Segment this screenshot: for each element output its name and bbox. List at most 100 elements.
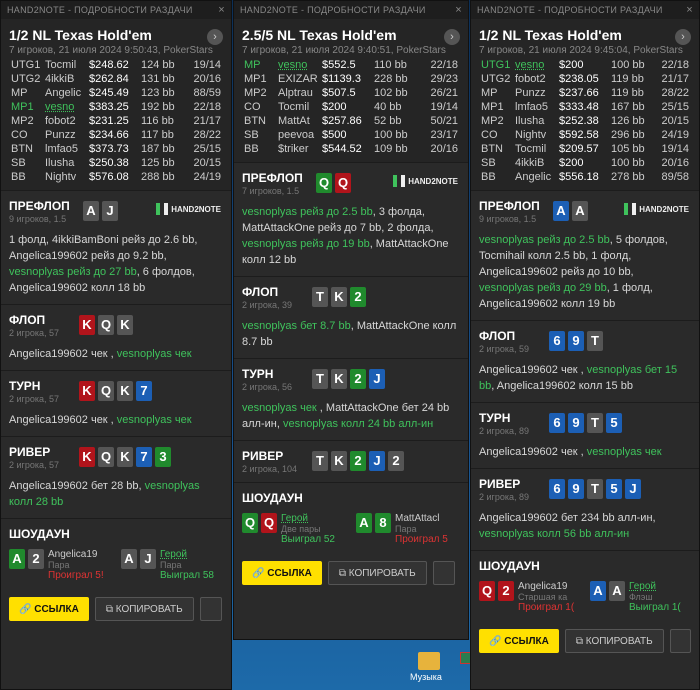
player-stack-bb: 109 bb <box>374 143 408 155</box>
showdown-cards: AA <box>590 581 625 601</box>
action-text: Angelica199602 чек , <box>479 364 587 376</box>
player-position: MP <box>11 87 28 99</box>
hero-action: vesnoplyas рейз до 2.5 bb <box>242 206 373 218</box>
link-button[interactable]: 🔗 ССЫЛКА <box>9 597 89 621</box>
player-stack-bb: 105 bb <box>611 143 645 155</box>
player-stack-bb: 187 bb <box>141 143 175 155</box>
action-text: Angelica199602 чек , <box>9 348 117 360</box>
player-name[interactable]: EXIZAR <box>276 72 320 86</box>
player-stats: 50/21 <box>430 115 458 127</box>
player-stack-bb: 126 bb <box>611 115 645 127</box>
hero-action: vesnoplyas чек <box>242 402 317 414</box>
more-button[interactable] <box>669 629 691 653</box>
copy-button[interactable]: ⧉ КОПИРОВАТЬ <box>564 629 664 653</box>
board-cards: TK2J <box>312 369 385 389</box>
chevron-right-icon[interactable]: › <box>207 29 223 45</box>
player-name[interactable]: fobot2 <box>43 114 87 128</box>
player-name[interactable]: Alptrau <box>276 86 320 100</box>
chevron-right-icon[interactable]: › <box>675 29 691 45</box>
close-icon[interactable]: × <box>686 4 693 16</box>
street-actions: vesnoplyas рейз до 2.5 bb, 3 фолда, Matt… <box>242 204 460 268</box>
player-stats: 29/23 <box>430 73 458 85</box>
showdown-hand: Флэш <box>629 592 653 602</box>
player-row: MP2 fobot2 $231.25 116 bb 21/17 <box>9 114 223 128</box>
link-button[interactable]: 🔗 ССЫЛКА <box>242 561 322 585</box>
player-name[interactable]: vesno <box>276 58 320 72</box>
player-name[interactable]: lmfao5 <box>43 142 87 156</box>
player-name[interactable]: Ilusha <box>43 156 87 170</box>
player-name[interactable]: MattAt <box>276 114 320 128</box>
player-name[interactable]: 4ikkiB <box>43 72 87 86</box>
action-text: Angelica199602 чек , <box>479 446 587 458</box>
player-name[interactable]: Tocmil <box>513 142 557 156</box>
close-icon[interactable]: × <box>455 4 462 16</box>
player-stack: $252.38 <box>559 115 599 127</box>
hero-action: vesnoplyas чек <box>586 446 662 458</box>
player-stack: $500 <box>322 129 347 141</box>
link-button[interactable]: 🔗 ССЫЛКА <box>479 629 559 653</box>
showdown-title: ШОУДАУН <box>479 559 540 573</box>
more-button[interactable] <box>432 561 455 585</box>
player-name[interactable]: Ilusha <box>513 114 557 128</box>
playing-card: 7 <box>136 381 152 401</box>
playing-card: Q <box>261 513 277 533</box>
player-stats: 22/18 <box>661 59 689 71</box>
showdown-name[interactable]: Герой <box>281 513 335 524</box>
copy-button[interactable]: ⧉ КОПИРОВАТЬ <box>94 597 194 621</box>
player-name[interactable]: lmfao5 <box>513 100 557 114</box>
hand2note-logo: HAND2NOTE <box>156 203 221 215</box>
player-stats: 24/19 <box>193 171 221 183</box>
showdown-players: QQ Герой Две пары Выиграл 52 A8 MattAtta… <box>242 513 460 545</box>
player-name[interactable]: $triker <box>276 142 320 156</box>
window-titlebar[interactable]: HAND2NOTE - ПОДРОБНОСТИ РАЗДАЧИ × <box>471 1 699 19</box>
player-name[interactable]: Tocmil <box>276 100 320 114</box>
hero-action: vesnoplyas бет 8.7 bb <box>242 320 351 332</box>
street-actions: vesnoplyas бет 8.7 bb, MattAttackOne кол… <box>242 318 460 350</box>
window-titlebar[interactable]: HAND2NOTE - ПОДРОБНОСТИ РАЗДАЧИ × <box>234 1 468 19</box>
player-name[interactable]: Angelic <box>513 170 557 184</box>
showdown-name[interactable]: Герой <box>160 549 214 560</box>
player-stack-bb: 124 bb <box>141 59 175 71</box>
player-name[interactable]: Nightv <box>43 170 87 184</box>
player-row: MP Punzz $237.66 119 bb 28/22 <box>479 86 691 100</box>
street-turn: ТУРН 2 игрока, 57 KQK7 Angelica199602 че… <box>1 370 231 436</box>
player-position: MP1 <box>244 73 267 85</box>
player-position: MP1 <box>481 101 504 113</box>
player-stack-bb: 116 bb <box>141 115 174 127</box>
player-name[interactable]: Nightv <box>513 128 557 142</box>
player-name[interactable]: 4ikkiB <box>513 156 557 170</box>
copy-button[interactable]: ⧉ КОПИРОВАТЬ <box>327 561 427 585</box>
player-stack-bb: 296 bb <box>611 129 645 141</box>
playing-card: A <box>609 581 625 601</box>
hand2note-mark-icon <box>156 203 169 215</box>
player-name[interactable]: fobot2 <box>513 72 557 86</box>
showdown-name[interactable]: Герой <box>629 581 681 592</box>
folder-icon <box>418 652 440 670</box>
window-title: HAND2NOTE - ПОДРОБНОСТИ РАЗДАЧИ <box>7 5 193 15</box>
showdown-hand: Пара <box>395 524 417 534</box>
action-text: Angelica199602 бет 28 bb, <box>9 480 145 492</box>
player-stack-bb: 131 bb <box>141 73 175 85</box>
window-titlebar[interactable]: HAND2NOTE - ПОДРОБНОСТИ РАЗДАЧИ × <box>1 1 231 19</box>
player-name[interactable]: vesno <box>513 58 557 72</box>
music-folder-shortcut[interactable]: Музыка <box>410 650 450 686</box>
playing-card: T <box>587 479 603 499</box>
street-turn: ТУРН 2 игрока, 89 69T5 Angelica199602 че… <box>471 402 699 468</box>
player-stats: 89/58 <box>661 171 689 183</box>
player-name[interactable]: Punzz <box>43 128 87 142</box>
player-stack: $250.38 <box>89 157 129 169</box>
player-stack-bb: 167 bb <box>611 101 645 113</box>
player-row: CO Nightv $592.58 296 bb 24/19 <box>479 128 691 142</box>
playing-card: T <box>312 451 328 471</box>
player-name[interactable]: Tocmil <box>43 58 87 72</box>
close-icon[interactable]: × <box>218 4 225 16</box>
player-name[interactable]: peevoa <box>276 128 320 142</box>
playing-card: Q <box>98 315 114 335</box>
chevron-right-icon[interactable]: › <box>444 29 460 45</box>
game-subtitle: 7 игроков, 21 июля 2024 9:40:51, PokerSt… <box>242 45 446 56</box>
playing-card: 7 <box>136 447 152 467</box>
more-button[interactable] <box>199 597 222 621</box>
player-name[interactable]: Punzz <box>513 86 557 100</box>
player-name[interactable]: vesno <box>43 100 87 114</box>
player-name[interactable]: Angelic <box>43 86 87 100</box>
